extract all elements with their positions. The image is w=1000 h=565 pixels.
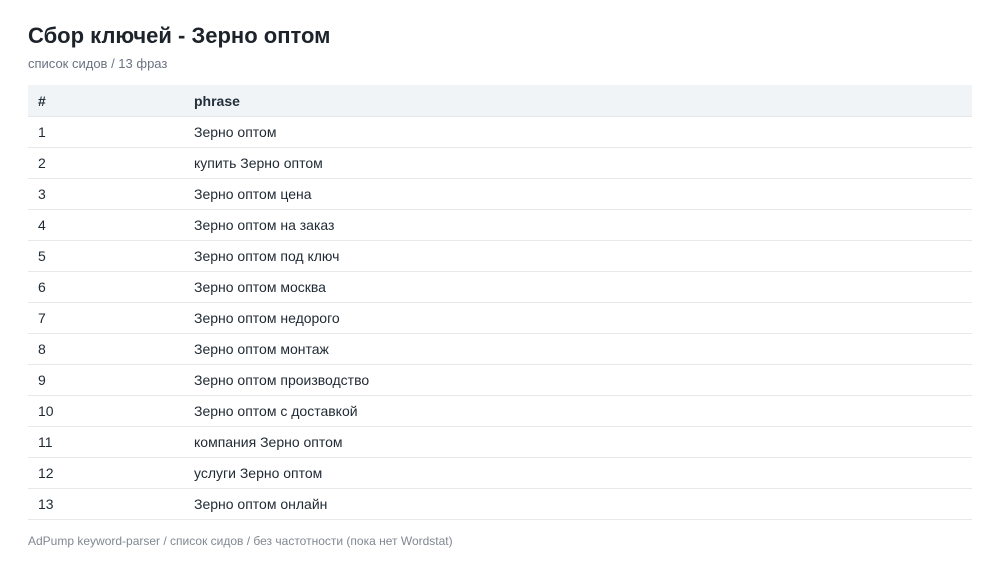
table-row: 8 Зерно оптом монтаж (28, 333, 972, 365)
row-phrase: компания Зерно оптом (184, 426, 972, 458)
table-header-row: # phrase (28, 85, 972, 117)
row-phrase: Зерно оптом на заказ (184, 209, 972, 241)
row-phrase: Зерно оптом онлайн (184, 488, 972, 520)
row-phrase: Зерно оптом под ключ (184, 240, 972, 272)
row-phrase: Зерно оптом монтаж (184, 333, 972, 365)
row-number: 9 (28, 364, 184, 396)
table-row: 7 Зерно оптом недорого (28, 302, 972, 334)
table-row: 9 Зерно оптом производство (28, 364, 972, 396)
column-header-phrase[interactable]: phrase (184, 85, 972, 117)
table-body: 1 Зерно оптом 2 купить Зерно оптом 3 Зер… (28, 116, 972, 520)
table-row: 11 компания Зерно оптом (28, 426, 972, 458)
row-phrase: Зерно оптом цена (184, 178, 972, 210)
row-phrase: купить Зерно оптом (184, 147, 972, 179)
row-phrase: Зерно оптом (184, 116, 972, 148)
row-number: 3 (28, 178, 184, 210)
table-row: 13 Зерно оптом онлайн (28, 488, 972, 520)
page-footer: AdPump keyword-parser / список сидов / б… (28, 534, 453, 548)
table-row: 6 Зерно оптом москва (28, 271, 972, 303)
column-header-number[interactable]: # (28, 85, 184, 117)
row-number: 4 (28, 209, 184, 241)
row-phrase: Зерно оптом с доставкой (184, 395, 972, 427)
table-row: 1 Зерно оптом (28, 116, 972, 148)
table-row: 2 купить Зерно оптом (28, 147, 972, 179)
row-number: 13 (28, 488, 184, 520)
row-number: 7 (28, 302, 184, 334)
table-row: 4 Зерно оптом на заказ (28, 209, 972, 241)
row-phrase: услуги Зерно оптом (184, 457, 972, 489)
table-row: 5 Зерно оптом под ключ (28, 240, 972, 272)
page: Сбор ключей - Зерно оптом список сидов /… (0, 0, 1000, 565)
row-number: 10 (28, 395, 184, 427)
row-number: 11 (28, 426, 184, 458)
row-number: 5 (28, 240, 184, 272)
row-phrase: Зерно оптом производство (184, 364, 972, 396)
page-subtitle: список сидов / 13 фраз (28, 56, 168, 71)
page-title: Сбор ключей - Зерно оптом (28, 23, 331, 48)
row-phrase: Зерно оптом недорого (184, 302, 972, 334)
seed-phrases-table: # phrase 1 Зерно оптом 2 купить Зерно оп… (28, 85, 972, 520)
table-row: 12 услуги Зерно оптом (28, 457, 972, 489)
row-number: 2 (28, 147, 184, 179)
row-number: 6 (28, 271, 184, 303)
row-number: 8 (28, 333, 184, 365)
row-number: 1 (28, 116, 184, 148)
row-phrase: Зерно оптом москва (184, 271, 972, 303)
row-number: 12 (28, 457, 184, 489)
table-row: 3 Зерно оптом цена (28, 178, 972, 210)
table-header: # phrase (28, 85, 972, 117)
table-row: 10 Зерно оптом с доставкой (28, 395, 972, 427)
